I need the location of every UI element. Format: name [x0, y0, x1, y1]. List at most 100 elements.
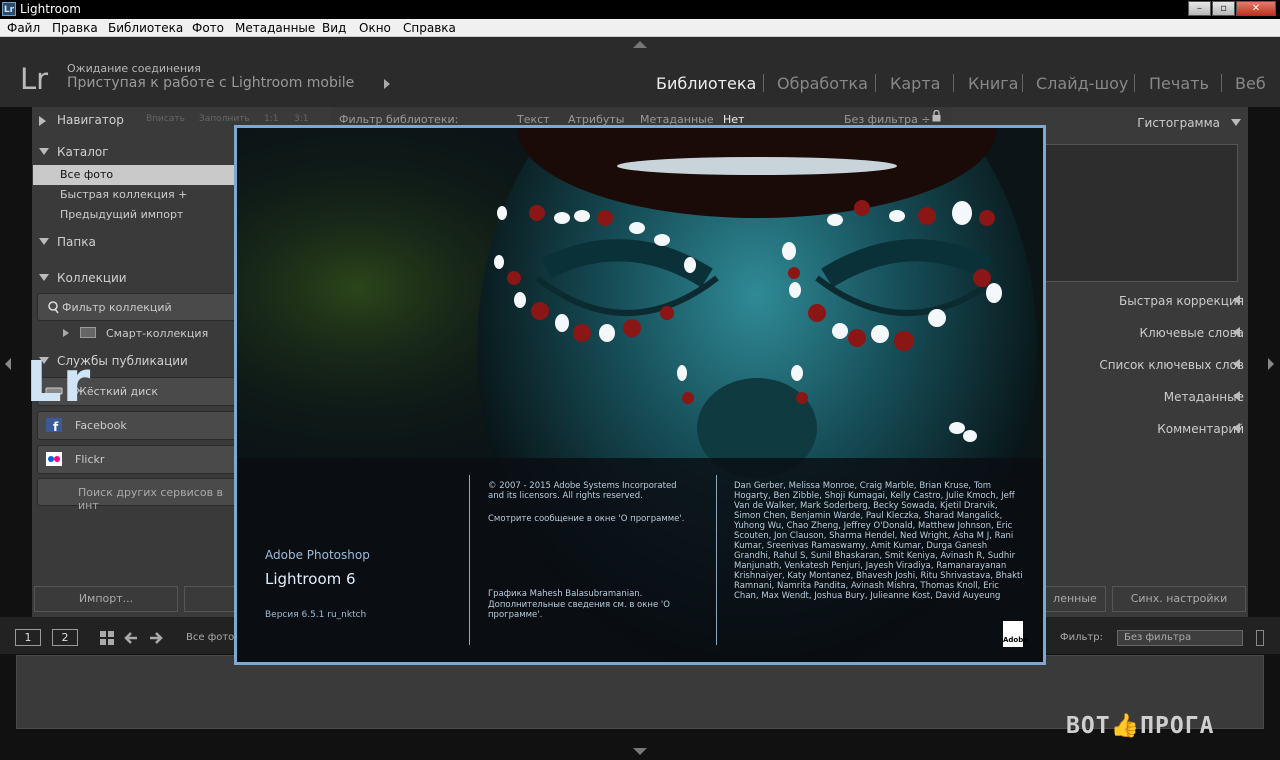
- module-book[interactable]: Книга: [968, 74, 1018, 93]
- module-slideshow[interactable]: Слайд-шоу: [1036, 74, 1128, 93]
- find-more-services-label: Поиск других сервисов в инт: [78, 486, 224, 512]
- export-button[interactable]: [184, 586, 236, 612]
- status-expand-icon[interactable]: [384, 79, 390, 89]
- module-map[interactable]: Карта: [890, 74, 940, 93]
- catalog-item-quick-collection[interactable]: Быстрая коллекция +: [33, 185, 243, 205]
- collapse-triangle-icon: [39, 274, 49, 281]
- menu-help[interactable]: Справка: [403, 21, 456, 35]
- splash-divider: [716, 475, 717, 645]
- expand-triangle-icon[interactable]: [1233, 359, 1240, 369]
- navigator-label: Навигатор: [57, 113, 124, 127]
- expand-triangle-icon[interactable]: [63, 329, 69, 337]
- catalog-item-all-photos[interactable]: Все фото: [33, 165, 243, 185]
- module-print[interactable]: Печать: [1149, 74, 1209, 93]
- module-library[interactable]: Библиотека: [656, 74, 756, 93]
- lightroom-app-icon: Lr: [2, 2, 16, 16]
- menu-photo[interactable]: Фото: [192, 21, 224, 35]
- module-web[interactable]: Веб: [1235, 74, 1266, 93]
- filmstrip-lock-toggle[interactable]: [1256, 630, 1264, 646]
- flickr-icon: [46, 452, 62, 466]
- smart-collection-label[interactable]: Смарт-коллекция: [106, 327, 208, 340]
- collection-filter-field[interactable]: Фильтр коллекций: [37, 293, 242, 321]
- module-separator: [953, 74, 954, 92]
- collapse-triangle-icon: [39, 148, 49, 155]
- secondary-window-view-button[interactable]: 2: [52, 629, 78, 646]
- find-more-services-button[interactable]: Поиск других сервисов в инт: [37, 478, 242, 512]
- module-separator: [875, 74, 876, 92]
- splash-version: Версия 6.5.1 ru_nktch: [265, 610, 367, 620]
- forward-arrow-icon[interactable]: [148, 630, 164, 646]
- close-button[interactable]: ✕: [1236, 1, 1276, 16]
- splash-lr-logo: Lr: [26, 350, 92, 415]
- collapse-filmstrip-icon[interactable]: [633, 748, 647, 755]
- splash-product-name: Lightroom 6: [265, 570, 356, 588]
- adobe-logo-text: Adobe: [1003, 636, 1028, 644]
- expand-triangle-icon[interactable]: [1233, 391, 1240, 401]
- collapse-right-panel-icon[interactable]: [1268, 358, 1274, 370]
- service-label: Facebook: [75, 419, 127, 432]
- splash-about-note: Смотрите сообщение в окне 'О программе'.: [488, 514, 685, 524]
- window-title: Lightroom: [20, 2, 81, 16]
- filmstrip-source-label[interactable]: Все фото: [186, 632, 234, 643]
- module-separator: [1134, 74, 1135, 92]
- collapse-triangle-icon: [39, 238, 49, 245]
- navigator-fill[interactable]: Заполнить: [199, 114, 250, 124]
- svg-text:f: f: [53, 420, 59, 432]
- lock-icon[interactable]: [932, 110, 941, 122]
- expand-triangle-icon[interactable]: [1233, 295, 1240, 305]
- expand-triangle-icon[interactable]: [1233, 327, 1240, 337]
- module-separator: [763, 74, 764, 92]
- menu-view[interactable]: Вид: [322, 21, 346, 35]
- sync-metadata-button[interactable]: ленные: [1044, 586, 1106, 612]
- menu-library[interactable]: Библиотека: [108, 21, 183, 35]
- filmstrip-filter-label: Фильтр:: [1060, 632, 1103, 643]
- collapse-top-panel-icon[interactable]: [633, 41, 647, 48]
- splash-more-info: Дополнительные сведения см. в окне 'О пр…: [488, 600, 670, 620]
- sync-settings-button[interactable]: Синх. настройки: [1112, 586, 1246, 612]
- module-develop[interactable]: Обработка: [777, 74, 868, 93]
- navigator-3-1[interactable]: 3:1: [294, 114, 308, 124]
- collapse-triangle-icon[interactable]: [1231, 119, 1241, 126]
- navigator-fit[interactable]: Вписать: [146, 114, 185, 124]
- adobe-logo: Adobe: [1003, 621, 1028, 647]
- identity-plate-logo: Lr: [20, 62, 49, 96]
- main-window-view-button[interactable]: 1: [15, 629, 41, 646]
- mobile-status[interactable]: Приступая к работе с Lightroom mobile: [67, 75, 354, 91]
- menu-bar: Файл Правка Библиотека Фото Метаданные В…: [0, 19, 1280, 37]
- service-label: Flickr: [75, 453, 105, 466]
- splash-art-credit: Графика Mahesh Balasubramanian.: [488, 589, 643, 599]
- navigator-1-1[interactable]: 1:1: [264, 114, 278, 124]
- publish-service-flickr[interactable]: Flickr: [37, 445, 242, 474]
- splash-divider: [469, 475, 470, 645]
- collapse-left-panel-icon[interactable]: [5, 358, 11, 370]
- maximize-button[interactable]: ▫: [1212, 1, 1235, 16]
- collection-filter-text: Фильтр коллекций: [62, 301, 172, 314]
- menu-file[interactable]: Файл: [7, 21, 40, 35]
- grid-view-icon[interactable]: [99, 630, 115, 646]
- minimize-button[interactable]: –: [1188, 1, 1211, 16]
- collections-label: Коллекции: [57, 271, 127, 285]
- publish-service-facebook[interactable]: f Facebook: [37, 411, 242, 440]
- folders-label: Папка: [57, 235, 96, 249]
- module-separator: [1221, 74, 1222, 92]
- menu-metadata[interactable]: Метаданные: [235, 21, 315, 35]
- search-icon: [48, 301, 59, 314]
- sync-status: Ожидание соединения: [67, 62, 201, 75]
- back-arrow-icon[interactable]: [123, 630, 139, 646]
- catalog-label: Каталог: [57, 145, 109, 159]
- facebook-icon: f: [46, 418, 62, 432]
- menu-edit[interactable]: Правка: [52, 21, 98, 35]
- catalog-item-previous-import[interactable]: Предыдущий импорт: [33, 205, 243, 225]
- watermark: BOT👍ПРОГА: [1066, 713, 1215, 739]
- menu-window[interactable]: Окно: [359, 21, 391, 35]
- splash-credits: Dan Gerber, Melissa Monroe, Craig Marble…: [734, 481, 1023, 601]
- smart-collection-icon: [80, 327, 96, 338]
- splash-brand: Adobe Photoshop: [265, 548, 370, 562]
- splash-copyright: © 2007 - 2015 Adobe Systems Incorporated…: [488, 481, 677, 501]
- module-separator: [1022, 74, 1023, 92]
- histogram-display: [1044, 144, 1238, 282]
- expand-triangle-icon[interactable]: [1233, 423, 1240, 433]
- filmstrip-filter-select[interactable]: Без фильтра: [1117, 630, 1243, 646]
- title-bar: Lr Lightroom – ▫ ✕: [0, 0, 1280, 19]
- import-button[interactable]: Импорт...: [34, 586, 178, 612]
